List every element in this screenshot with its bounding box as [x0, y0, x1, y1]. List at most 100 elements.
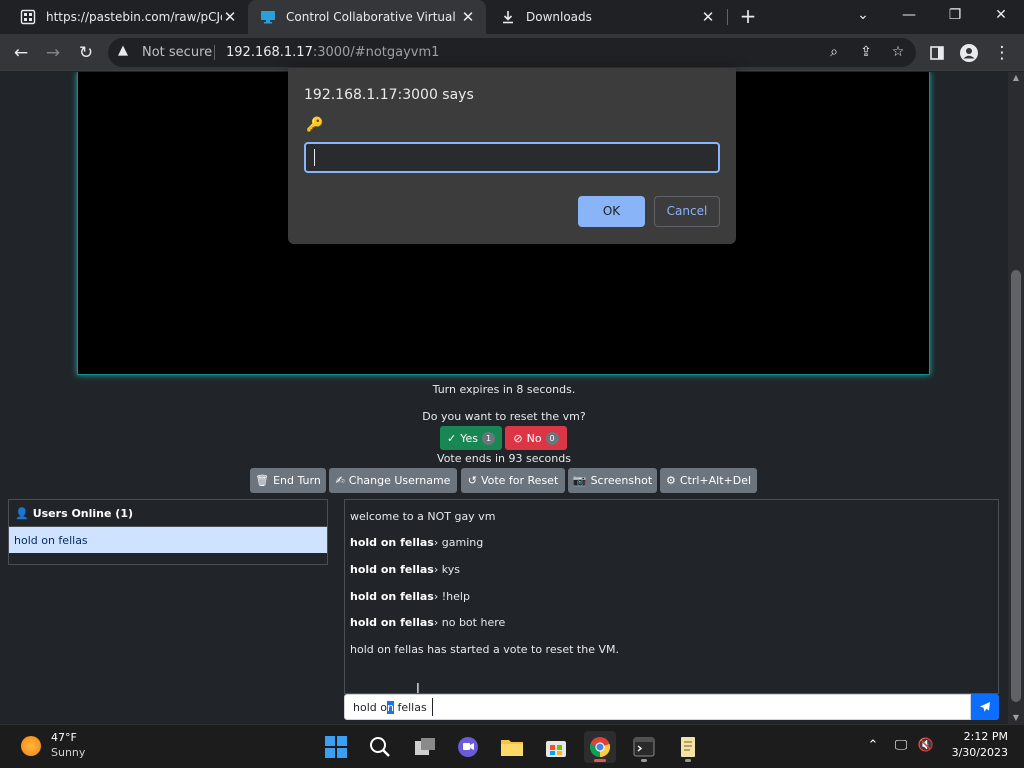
tab-downloads[interactable]: Downloads ✕	[488, 0, 726, 34]
share-icon[interactable]: ⇪	[856, 42, 876, 62]
tab-separator	[727, 9, 728, 25]
vote-yes-button[interactable]: ✓ Yes 1	[440, 426, 502, 450]
restore-icon[interactable]: ❐	[932, 0, 978, 30]
not-secure-label[interactable]: Not secure	[142, 45, 212, 60]
screenshot-label: Screenshot	[590, 474, 653, 487]
chat-input-selection: n	[386, 701, 394, 714]
trash-icon: 🗑	[255, 474, 270, 487]
vote-question: Do you want to reset the vm?	[422, 410, 586, 423]
chat-input-value[interactable]: hold on fellas	[353, 701, 427, 714]
store-button[interactable]	[540, 731, 572, 763]
vote-countdown: Vote ends in 93 seconds	[437, 452, 571, 465]
close-window-icon[interactable]: ✕	[978, 0, 1024, 30]
scroll-up-icon[interactable]: ▲	[1012, 74, 1020, 82]
undo-icon: ↺	[467, 474, 477, 487]
tab-pastebin[interactable]: https://pastebin.com/raw/pCJqb ✕	[8, 0, 248, 34]
close-tab-icon[interactable]: ✕	[460, 9, 476, 25]
dialog-ok-button[interactable]: OK	[578, 196, 645, 227]
weather-temperature[interactable]: 47°F	[51, 731, 77, 744]
chat-text: gaming	[441, 536, 484, 549]
download-icon	[503, 11, 513, 24]
chat-text: !help	[441, 590, 470, 603]
gear-icon: ⚙	[665, 474, 676, 487]
network-icon[interactable]: 🖵	[892, 737, 910, 755]
text-cursor-icon: I	[416, 682, 420, 697]
task-view-button[interactable]	[409, 731, 441, 763]
running-indicator	[594, 759, 606, 762]
clock-time[interactable]: 2:12 PM	[948, 730, 1008, 743]
chat-username: hold on fellas	[350, 590, 434, 603]
zoom-icon[interactable]: ⌕	[824, 42, 844, 62]
users-online-panel: 👤 Users Online (1) hold on fellas	[8, 499, 328, 565]
chat-icon	[458, 737, 478, 757]
chat-separator: ›	[433, 563, 439, 576]
url-text[interactable]: 192.168.1.17:3000/#notgayvm1	[226, 45, 439, 60]
terminal-icon	[633, 737, 655, 757]
turn-timer: Turn expires in 8 seconds.	[432, 383, 576, 396]
dialog-title: 192.168.1.17:3000 says	[304, 87, 474, 103]
warning-icon[interactable]: ▲	[118, 44, 132, 58]
show-hidden-icons-icon[interactable]: ⌃	[864, 737, 882, 755]
volume-muted-icon[interactable]: 🔇	[917, 737, 935, 755]
ctrl-alt-del-button[interactable]: ⚙ Ctrl+Alt+Del	[660, 468, 757, 493]
send-button[interactable]	[971, 694, 999, 720]
side-panel-icon[interactable]	[924, 40, 950, 66]
clock-date[interactable]: 3/30/2023	[938, 746, 1008, 759]
search-button[interactable]	[364, 731, 396, 763]
teams-chat-button[interactable]	[452, 731, 484, 763]
vote-no-button[interactable]: ⊘ No 0	[505, 426, 567, 450]
change-username-button[interactable]: ✍ Change Username	[329, 468, 457, 493]
check-icon: ✓	[447, 431, 457, 445]
omnibox-divider	[214, 45, 215, 60]
scroll-down-icon[interactable]: ▼	[1012, 714, 1020, 722]
users-online-header: 👤 Users Online (1)	[9, 500, 327, 527]
terminal-button[interactable]	[628, 731, 660, 763]
scroll-thumb[interactable]	[1011, 270, 1021, 702]
close-tab-icon[interactable]: ✕	[700, 9, 716, 25]
chat-message: welcome to a NOT gay vm	[350, 510, 495, 523]
chat-message: hold on fellas› no bot here	[350, 616, 505, 629]
chat-text: hold on fellas has started a vote to res…	[350, 643, 619, 656]
chat-input[interactable]: hold on fellas	[344, 694, 971, 720]
back-icon[interactable]: ←	[8, 40, 34, 66]
forward-icon[interactable]: →	[40, 40, 66, 66]
running-indicator	[641, 759, 647, 762]
minimize-icon[interactable]: —	[886, 0, 932, 30]
sun-icon[interactable]	[21, 736, 41, 756]
chat-username: hold on fellas	[350, 616, 434, 629]
tab-cvm[interactable]: Control Collaborative Virtual Ma ✕	[248, 0, 486, 34]
file-explorer-button[interactable]	[496, 731, 528, 763]
screenshot-button[interactable]: 📷 Screenshot	[568, 468, 657, 493]
chrome-button[interactable]	[584, 731, 616, 763]
tab-search-icon[interactable]: ⌄	[840, 0, 886, 30]
chat-message: hold on fellas› gaming	[350, 536, 483, 549]
user-list-item[interactable]: hold on fellas	[9, 527, 327, 553]
bookmark-star-icon[interactable]: ☆	[888, 42, 908, 62]
profile-avatar-icon[interactable]	[956, 40, 982, 66]
chat-separator: ›	[433, 616, 439, 629]
ctrl-alt-del-label: Ctrl+Alt+Del	[679, 474, 752, 487]
weather-condition[interactable]: Sunny	[51, 746, 85, 759]
close-tab-icon[interactable]: ✕	[222, 9, 238, 25]
dialog-input[interactable]	[304, 142, 720, 173]
browser-toolbar: ← → ↻ ▲ Not secure 192.168.1.17:3000/#no…	[0, 34, 1024, 71]
monitor-icon	[261, 11, 275, 24]
url-path: :3000/#notgayvm1	[312, 45, 440, 60]
notepad-button[interactable]	[672, 731, 704, 763]
vote-reset-button[interactable]: ↺ Vote for Reset	[461, 468, 565, 493]
text-caret	[432, 698, 433, 716]
start-button[interactable]	[320, 731, 352, 763]
page-scrollbar[interactable]: ▲ ▼	[1008, 72, 1024, 724]
address-bar[interactable]: ▲ Not secure 192.168.1.17:3000/#notgayvm…	[108, 38, 916, 67]
vote-reset-label: Vote for Reset	[480, 474, 559, 487]
new-tab-icon[interactable]: +	[736, 5, 760, 29]
end-turn-button[interactable]: 🗑 End Turn	[250, 468, 326, 493]
kebab-menu-icon[interactable]: ⋮	[989, 40, 1015, 66]
notepad-icon	[681, 737, 695, 757]
vote-no-count: 0	[545, 431, 559, 445]
dialog-cancel-button[interactable]: Cancel	[654, 196, 720, 227]
reload-icon[interactable]: ↻	[73, 40, 99, 66]
running-indicator	[685, 759, 691, 762]
pastebin-icon	[20, 9, 36, 25]
chat-text: welcome to a NOT gay vm	[350, 510, 496, 523]
